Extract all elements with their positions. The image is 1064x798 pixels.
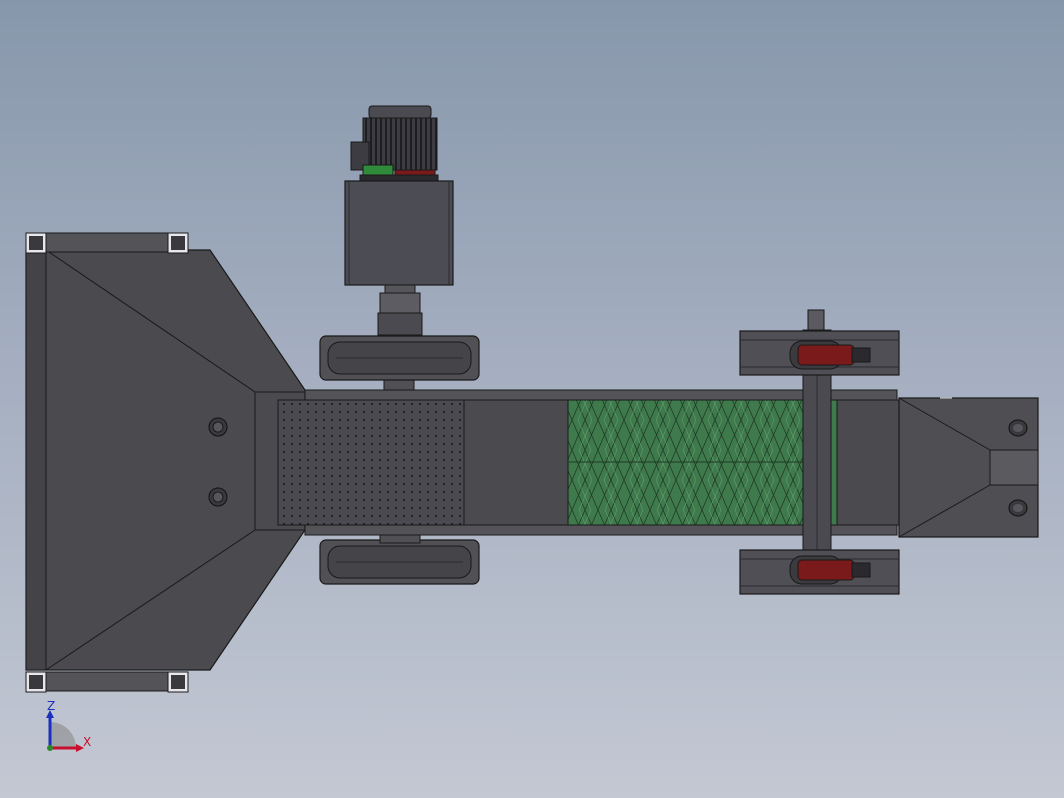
caster-bottom-right[interactable]: [739, 549, 900, 595]
outlet-bolt: [1008, 419, 1028, 437]
cad-viewport[interactable]: Z X: [0, 0, 1064, 798]
triad-plane: [50, 722, 76, 748]
z-axis-label: Z: [47, 699, 55, 713]
wheel-top-left[interactable]: [319, 335, 480, 381]
hopper-bolt: [208, 487, 228, 507]
axle-hub: [379, 534, 421, 544]
caster-top-right[interactable]: [739, 330, 900, 376]
discharge-outlet[interactable]: [898, 397, 1039, 538]
gearbox[interactable]: [344, 180, 454, 286]
caster-brake: [797, 344, 855, 366]
orientation-triad[interactable]: Z X: [46, 699, 91, 752]
hopper-top-flange: [45, 232, 169, 253]
drive-motor[interactable]: [350, 105, 439, 182]
y-axis-dot: [47, 745, 53, 751]
motor-flange: [362, 164, 394, 176]
perforated-screen: [277, 399, 465, 526]
machine-drawing: Z X: [25, 105, 1039, 752]
barrel-solid-section: [463, 399, 569, 526]
x-axis-label: X: [83, 735, 91, 749]
caster-axle-cap: [807, 309, 825, 333]
caster-brake: [797, 559, 855, 581]
outlet-bolt: [1008, 499, 1028, 517]
feed-hopper[interactable]: [25, 232, 306, 693]
hopper-bolt: [208, 417, 228, 437]
hopper-bottom-flange: [45, 671, 169, 692]
wheel-bottom-left[interactable]: [319, 539, 480, 585]
